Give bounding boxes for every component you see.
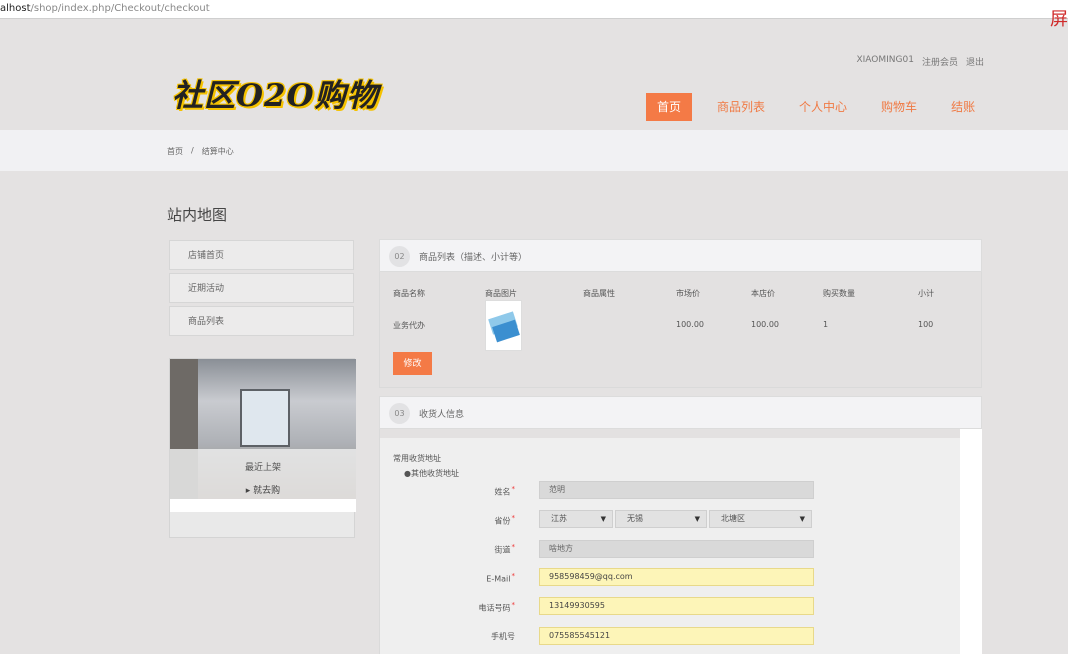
email-input[interactable]: 958598459@qq.com <box>539 568 814 586</box>
name-label-text: 姓名 <box>494 487 511 497</box>
row-shop-price: 100.00 <box>751 320 779 329</box>
top-links: XIAOMING01 注册会员 退出 <box>856 55 984 68</box>
required-mark: * <box>511 601 516 609</box>
nav-home[interactable]: 首页 <box>646 93 693 121</box>
step-number: 02 <box>389 246 410 267</box>
sidebar-item-product-list[interactable]: 商品列表 <box>169 306 354 336</box>
phone-label-text: 电话号码 <box>478 603 511 613</box>
required-mark: * <box>511 572 516 580</box>
required-mark: * <box>511 543 516 551</box>
mobile-label: 手机号 <box>455 631 515 642</box>
chevron-down-icon: ▼ <box>694 515 700 523</box>
nav-user-center[interactable]: 个人中心 <box>799 93 847 121</box>
username-link[interactable]: XIAOMING01 <box>856 55 913 68</box>
phone-input[interactable]: 13149930595 <box>539 597 814 615</box>
chevron-down-icon: ▼ <box>799 515 805 523</box>
products-panel-title: 商品列表（描述、小计等） <box>419 253 528 263</box>
row-name: 业务代办 <box>393 321 425 330</box>
col-header-name: 商品名称 <box>393 289 425 298</box>
promo-strip <box>170 499 356 512</box>
col-header-shop-price: 本店价 <box>751 289 775 298</box>
col-header-subtotal: 小计 <box>918 289 934 298</box>
product-image[interactable] <box>485 300 522 351</box>
street-input[interactable]: 啥地方 <box>539 540 814 558</box>
province-label: 省份* <box>455 514 516 527</box>
receiver-panel-title: 收货人信息 <box>419 410 465 420</box>
required-mark: * <box>511 514 516 522</box>
common-address-label: 常用收货地址 <box>393 454 441 463</box>
row-qty: 1 <box>823 320 829 329</box>
name-input[interactable]: 范明 <box>539 481 814 499</box>
col-header-market-price: 市场价 <box>676 289 700 298</box>
register-link[interactable]: 注册会员 <box>922 55 958 68</box>
phone-label: 电话号码* <box>455 601 516 614</box>
sidebar-item-shop-home[interactable]: 店铺首页 <box>169 240 354 270</box>
breadcrumb-separator: / <box>191 146 194 155</box>
step-number: 03 <box>389 403 410 424</box>
main-nav: 首页 商品列表 个人中心 购物车 结账 <box>646 92 1009 122</box>
breadcrumb-current: 结算中心 <box>201 147 234 156</box>
breadcrumb-band <box>0 130 1068 171</box>
city-select[interactable]: 无锡 ▼ <box>615 510 707 528</box>
photo-window <box>240 389 290 447</box>
city-value: 无锡 <box>627 514 643 523</box>
nav-product-list[interactable]: 商品列表 <box>717 93 765 121</box>
promo-link[interactable]: ▸ 就去购 <box>170 483 356 496</box>
email-label-text: E-Mail <box>486 574 511 584</box>
required-mark: * <box>511 485 516 493</box>
url-path: /shop/index.php/Checkout/checkout <box>30 3 210 14</box>
receiver-panel-header: 03 收货人信息 <box>379 396 982 429</box>
province-label-text: 省份 <box>494 516 511 526</box>
address-bar[interactable]: alhost/shop/index.php/Checkout/checkout <box>0 0 1068 19</box>
row-subtotal: 100 <box>918 320 934 329</box>
site-logo[interactable]: 社区O2O购物 <box>172 70 379 115</box>
col-header-image: 商品图片 <box>485 289 517 298</box>
mobile-input[interactable]: 075585545121 <box>539 627 814 645</box>
col-header-qty: 购买数量 <box>823 289 855 298</box>
promo-overlay: 最近上架 ▸ 就去购 <box>170 449 356 499</box>
nav-cart[interactable]: 购物车 <box>881 93 917 121</box>
chevron-down-icon: ▼ <box>600 515 606 523</box>
street-label-text: 街道 <box>494 545 511 555</box>
form-right-margin <box>960 429 982 654</box>
col-header-attr: 商品属性 <box>583 289 615 298</box>
url-host: alhost <box>0 3 31 14</box>
district-value: 北塘区 <box>721 514 745 523</box>
street-label: 街道* <box>455 543 516 556</box>
district-select[interactable]: 北塘区 ▼ <box>709 510 812 528</box>
province-select[interactable]: 江苏 ▼ <box>539 510 613 528</box>
sitemap-title: 站内地图 <box>167 206 228 224</box>
province-value: 江苏 <box>551 514 567 523</box>
nav-checkout[interactable]: 结账 <box>951 93 975 121</box>
corner-glyph: 屏 <box>1050 9 1068 30</box>
promo-card: 最近上架 ▸ 就去购 <box>169 358 356 538</box>
mobile-label-text: 手机号 <box>491 632 515 641</box>
products-panel-header: 02 商品列表（描述、小计等） <box>379 239 982 272</box>
name-label: 姓名* <box>455 485 516 498</box>
breadcrumb: 首页 / 结算中心 <box>167 146 234 157</box>
logout-link[interactable]: 退出 <box>966 55 984 68</box>
email-label: E-Mail* <box>455 572 515 584</box>
other-address-radio[interactable]: ●其他收货地址 <box>404 468 459 479</box>
breadcrumb-home[interactable]: 首页 <box>167 146 183 157</box>
sidebar-item-recent-events[interactable]: 近期活动 <box>169 273 354 303</box>
promo-title: 最近上架 <box>244 463 281 473</box>
row-market-price: 100.00 <box>676 320 704 329</box>
modify-button[interactable]: 修改 <box>393 352 432 375</box>
